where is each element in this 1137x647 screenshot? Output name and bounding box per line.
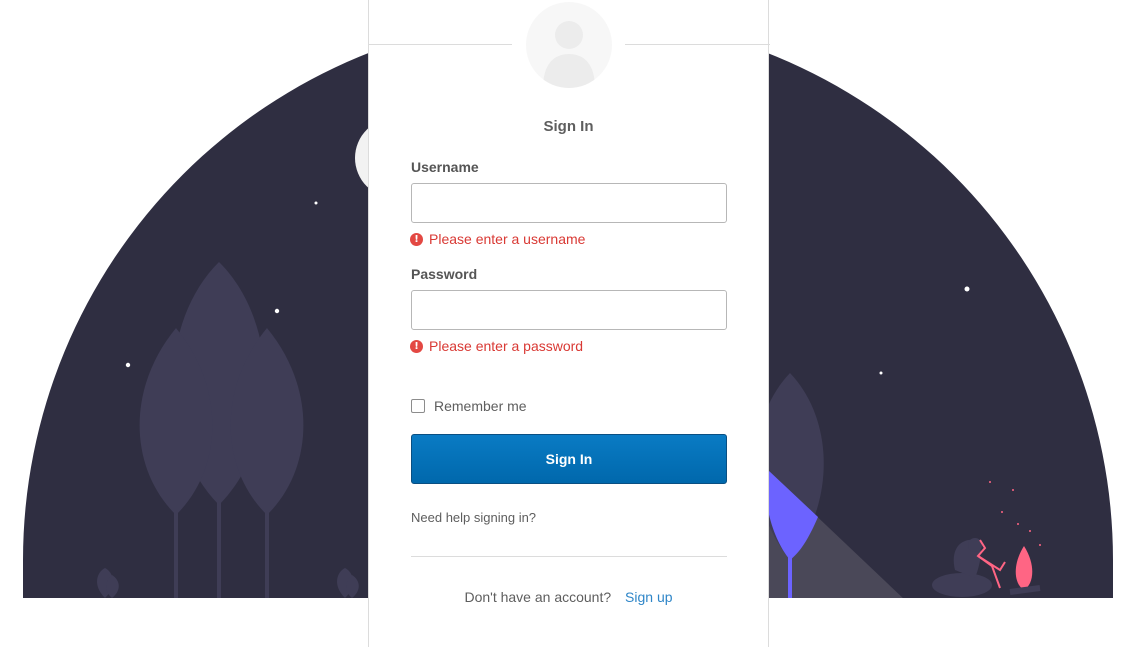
signup-prompt-text: Don't have an account? bbox=[464, 589, 612, 605]
header-divider-right bbox=[625, 44, 770, 45]
username-error: ! Please enter a username bbox=[410, 231, 585, 247]
star bbox=[964, 286, 970, 292]
remember-me-checkbox[interactable] bbox=[411, 399, 425, 413]
username-field[interactable] bbox=[411, 183, 727, 223]
user-silhouette-icon bbox=[526, 2, 612, 88]
star bbox=[879, 371, 883, 375]
footer-divider bbox=[411, 556, 727, 557]
remember-me-label: Remember me bbox=[434, 398, 527, 414]
exclamation-circle-icon: ! bbox=[410, 232, 423, 246]
password-error: ! Please enter a password bbox=[410, 338, 583, 354]
password-error-text: Please enter a password bbox=[429, 338, 584, 354]
username-error-text: Please enter a username bbox=[429, 231, 586, 247]
star bbox=[125, 362, 131, 368]
password-label: Password bbox=[411, 266, 478, 282]
sign-in-button[interactable]: Sign In bbox=[411, 434, 727, 484]
star bbox=[274, 308, 280, 314]
star bbox=[314, 201, 318, 205]
remember-me[interactable]: Remember me bbox=[411, 398, 527, 414]
signup-prompt: Don't have an account? Sign up bbox=[369, 589, 768, 605]
exclamation-circle-icon: ! bbox=[410, 339, 423, 353]
page-title: Sign In bbox=[543, 118, 594, 135]
password-field[interactable] bbox=[411, 290, 727, 330]
help-signing-in-link[interactable]: Need help signing in? bbox=[411, 510, 536, 525]
sign-in-card: Sign In Username ! Please enter a userna… bbox=[368, 0, 770, 647]
header-divider-left bbox=[369, 44, 512, 45]
sign-up-link[interactable]: Sign up bbox=[625, 589, 672, 605]
username-label: Username bbox=[411, 159, 479, 175]
